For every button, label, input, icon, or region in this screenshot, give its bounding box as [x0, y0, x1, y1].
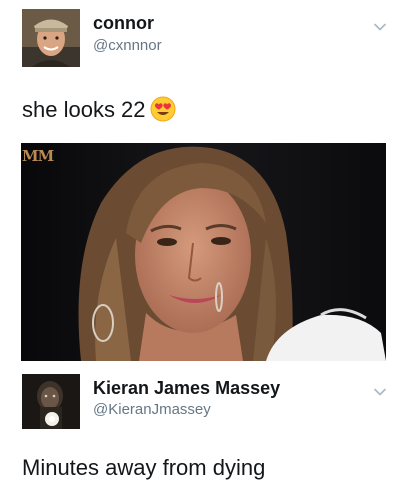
chevron-down-icon[interactable]	[373, 20, 387, 34]
display-name[interactable]: Kieran James Massey	[93, 378, 280, 399]
display-name[interactable]: connor	[93, 13, 154, 34]
avatar[interactable]	[22, 374, 80, 429]
tweet-text-content: she looks 22	[22, 97, 146, 122]
chevron-down-icon[interactable]	[373, 385, 387, 399]
tweet-card-connor: connor @cxnnnor she looks 22 MM	[0, 0, 406, 361]
heart-eyes-emoji-icon	[150, 96, 176, 122]
tweet-text: Minutes away from dying	[22, 455, 266, 480]
avatar[interactable]	[22, 9, 80, 67]
tweet-text: she looks 22	[22, 96, 176, 123]
tweet-media-image[interactable]	[21, 143, 386, 361]
media-watermark-logo: MM	[22, 147, 54, 165]
user-handle[interactable]: @KieranJmassey	[93, 401, 211, 418]
user-handle[interactable]: @cxnnnor	[93, 37, 162, 54]
